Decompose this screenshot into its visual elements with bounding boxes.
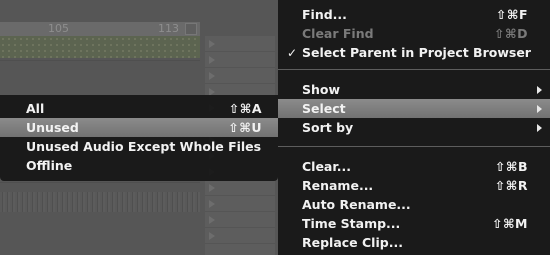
menu-item-time-stamp[interactable]: Time Stamp... ⇧⌘M (278, 214, 550, 233)
ruler-marker-icon (185, 23, 197, 35)
menu-item-label: Clear... (302, 159, 351, 174)
submenu-item-unused[interactable]: Unused ⇧⌘U (0, 118, 278, 137)
menu-item-label: All (26, 101, 45, 116)
submenu-arrow-icon (537, 104, 542, 113)
menu-item-select[interactable]: Select (278, 99, 550, 118)
menu-item-label: Unused (26, 120, 79, 135)
menu-item-label: Select (302, 101, 346, 116)
menu-item-label: Replace Clip... (302, 235, 403, 250)
menu-item-shortcut: ⇧⌘A (228, 101, 262, 116)
menu-item-shortcut: ⇧⌘U (228, 120, 262, 135)
menu-item-label: Clear Find (302, 26, 374, 41)
submenu-arrow-icon (537, 123, 542, 132)
menu-item-label: Show (302, 82, 341, 97)
menu-item-shortcut: ⇧⌘D (494, 26, 528, 41)
menu-separator (278, 69, 550, 70)
track-divider (0, 182, 200, 183)
submenu-item-offline[interactable]: Offline (0, 156, 278, 175)
track-divider (0, 60, 200, 61)
clip-list-popup-menu: Find... ⇧⌘F Clear Find ⇧⌘D ✓ Select Pare… (278, 0, 550, 255)
menu-item-auto-rename[interactable]: Auto Rename... (278, 195, 550, 214)
track-pattern (0, 36, 200, 58)
menu-separator (278, 146, 550, 147)
ruler-label: 113 (158, 22, 179, 35)
menu-item-find[interactable]: Find... ⇧⌘F (278, 5, 550, 24)
ruler-label: 105 (48, 22, 69, 35)
menu-item-shortcut: ⇧⌘F (495, 7, 528, 22)
checkmark-icon: ✓ (287, 45, 298, 60)
menu-item-label: Sort by (302, 120, 354, 135)
submenu-arrow-icon (537, 85, 542, 94)
menu-item-select-parent[interactable]: ✓ Select Parent in Project Browser (278, 43, 550, 62)
menu-item-clear[interactable]: Clear... ⇧⌘B (278, 157, 550, 176)
menu-item-label: Rename... (302, 178, 374, 193)
menu-item-label: Find... (302, 7, 347, 22)
menu-item-label: Offline (26, 158, 73, 173)
menu-item-show[interactable]: Show (278, 80, 550, 99)
menu-item-rename[interactable]: Rename... ⇧⌘R (278, 176, 550, 195)
menu-item-sort-by[interactable]: Sort by (278, 118, 550, 137)
menu-item-label: Auto Rename... (302, 197, 411, 212)
menu-item-label: Time Stamp... (302, 216, 401, 231)
menu-item-shortcut: ⇧⌘M (491, 216, 528, 231)
submenu-item-all[interactable]: All ⇧⌘A (0, 99, 278, 118)
menu-item-replace-clip[interactable]: Replace Clip... (278, 233, 550, 252)
submenu-item-unused-audio[interactable]: Unused Audio Except Whole Files (0, 137, 278, 156)
menu-item-shortcut: ⇧⌘R (494, 178, 528, 193)
menu-item-shortcut: ⇧⌘B (494, 159, 528, 174)
select-submenu: All ⇧⌘A Unused ⇧⌘U Unused Audio Except W… (0, 95, 278, 181)
menu-item-label: Select Parent in Project Browser (302, 45, 531, 60)
menu-item-clear-find: Clear Find ⇧⌘D (278, 24, 550, 43)
audio-waveform (0, 192, 200, 212)
menu-item-label: Unused Audio Except Whole Files (26, 139, 262, 154)
